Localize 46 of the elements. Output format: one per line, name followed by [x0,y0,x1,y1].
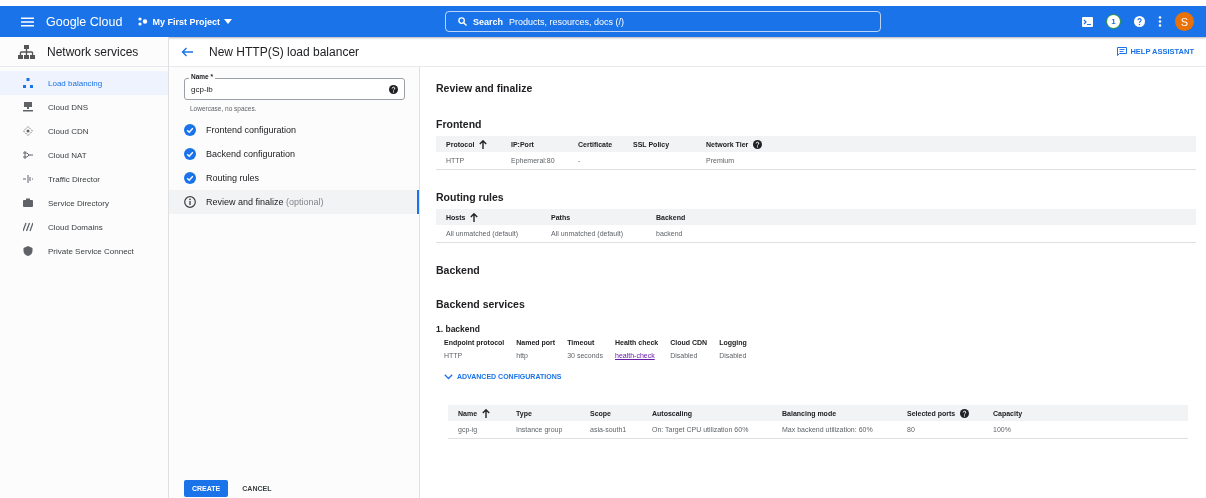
more-icon[interactable] [1158,16,1162,27]
sidebar-item[interactable]: Load balancing [0,71,168,95]
sidebar-item[interactable]: Service Directory [0,191,168,215]
sidebar-item[interactable]: Cloud CDN [0,119,168,143]
section-title: Review and finalize [436,82,534,94]
back-arrow-icon[interactable] [181,46,193,57]
section-heading: Backend services [436,298,526,310]
network-icon [18,44,35,59]
wizard-step[interactable]: Review and finalize (optional) [169,190,419,214]
help-icon[interactable] [753,139,763,149]
diamond-icon [23,126,33,136]
shield-icon [23,246,33,256]
drawer-icon [23,198,33,208]
wizard-step[interactable]: Backend configuration [169,142,419,166]
wizard-step[interactable]: Frontend configuration [169,118,419,142]
terminal-icon[interactable] [1082,16,1093,27]
help-icon[interactable] [960,408,970,418]
sidebar-item[interactable]: Cloud NAT [0,143,168,167]
notification-badge[interactable]: 1 [1106,14,1121,29]
search-field[interactable]: Search Products, resources, docs (/) [445,11,881,32]
section-heading: Backend [436,264,481,276]
project-icon [138,17,149,26]
slashes-icon [23,222,33,232]
chat-icon [1117,47,1128,56]
sort-arrow-icon[interactable] [470,212,479,222]
wizard-step[interactable]: Routing rules [169,166,419,190]
section-heading: Routing rules [436,191,505,203]
sidebar-item[interactable]: Cloud DNS [0,95,168,119]
section-heading: Frontend [436,118,483,130]
sidebar-title: Network services [47,44,139,59]
page-title: New HTTP(S) load balancer [209,44,360,59]
server-icon [23,102,33,112]
hierarchy-icon [23,78,33,88]
project-picker[interactable]: My First Project [138,16,232,27]
sidebar-item[interactable]: Cloud Domains [0,215,168,239]
sidebar-item[interactable]: Traffic Director [0,167,168,191]
service-title: 1. backend [436,324,481,334]
chevron-down-icon [444,373,453,380]
help-icon[interactable] [389,84,398,94]
sort-arrow-icon[interactable] [479,139,488,149]
sidebar-item[interactable]: Private Service Connect [0,239,168,263]
menu-icon[interactable] [21,16,34,27]
caret-icon [224,19,232,24]
sort-arrow-icon[interactable] [482,408,491,418]
product-name[interactable]: Google Cloud [46,14,123,29]
search-icon [458,17,467,26]
